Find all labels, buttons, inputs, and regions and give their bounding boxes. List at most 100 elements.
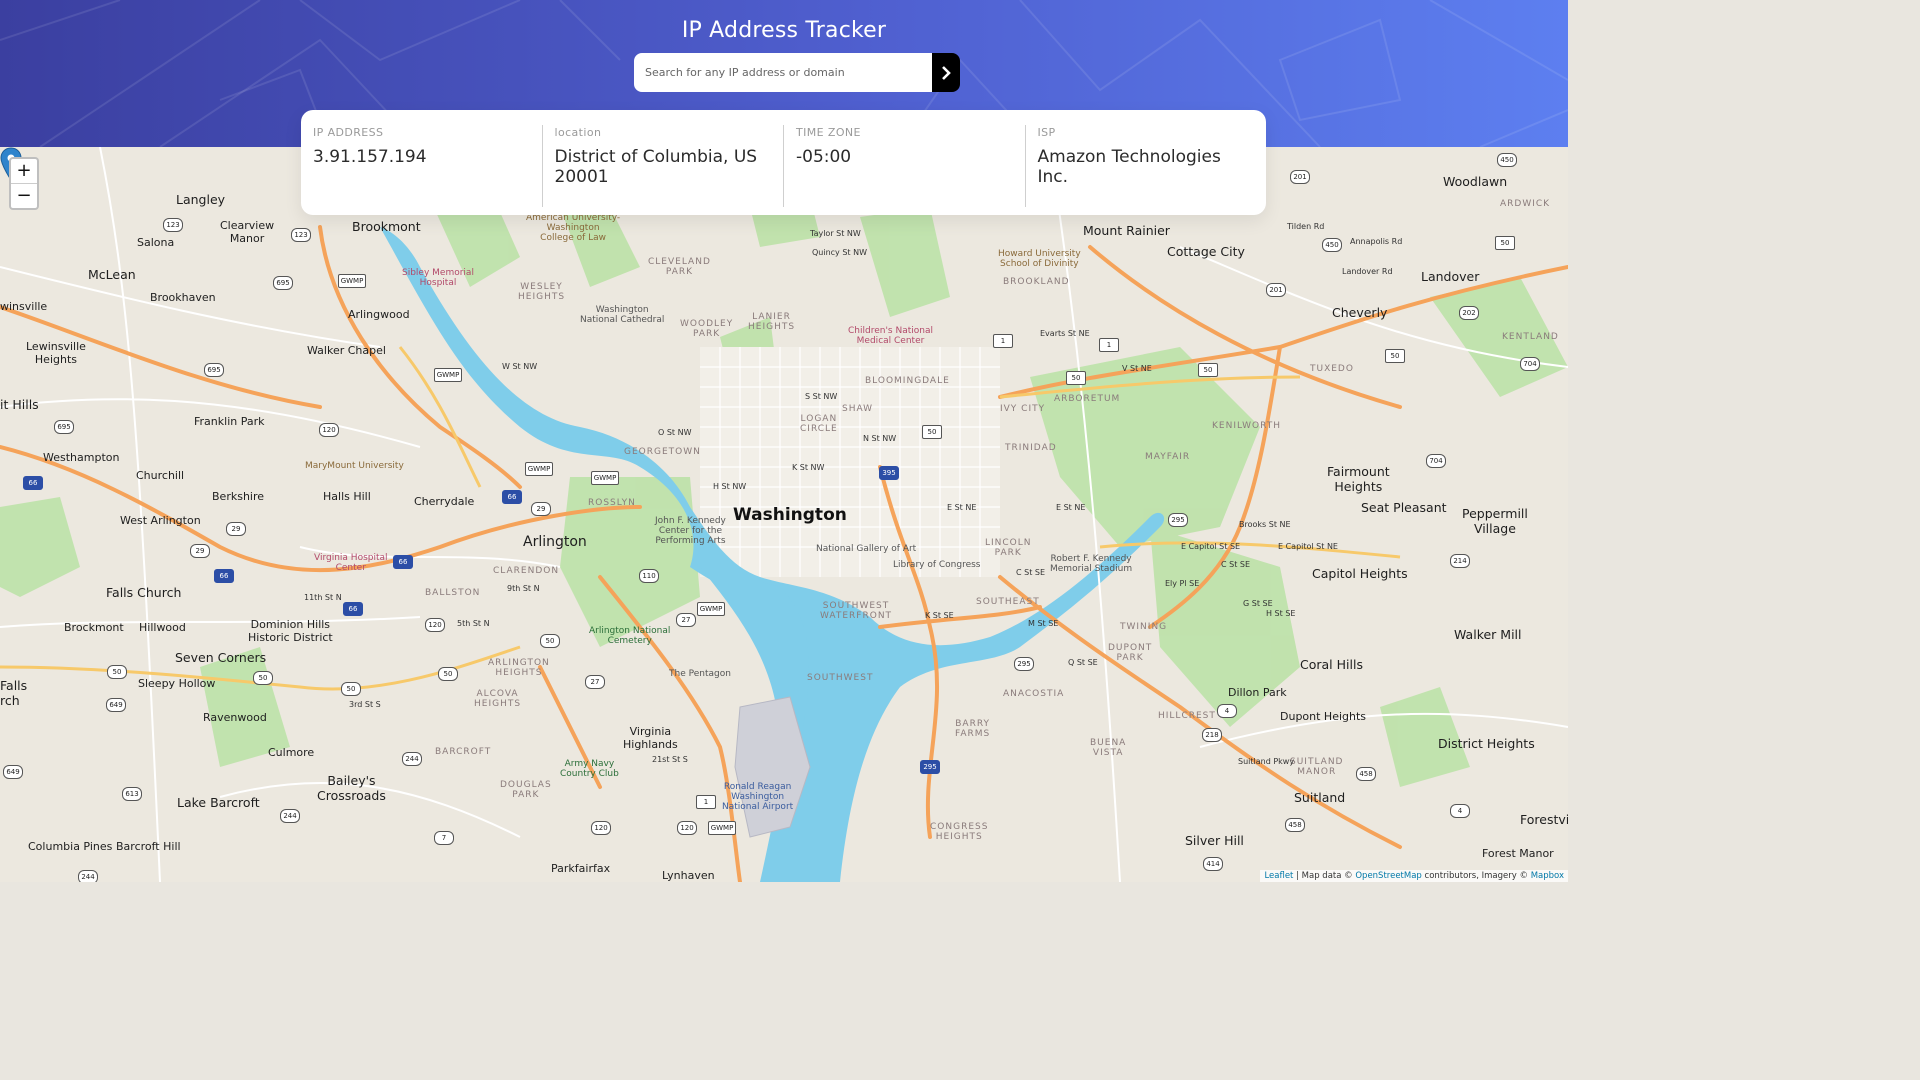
poi-marymount-university[interactable]: MaryMount University	[305, 461, 404, 471]
nb-southwest: SOUTHWEST	[807, 673, 874, 683]
street-h-st: H St NW	[713, 482, 747, 491]
search-input[interactable]	[634, 53, 932, 92]
street-m-st-se: M St SE	[1028, 619, 1059, 628]
isp-label: ISP	[1037, 126, 1056, 139]
street-c-st-se: C St SE	[1016, 568, 1046, 577]
nb-lincoln-park: LINCOLN PARK	[985, 538, 1032, 558]
route-shield: 414	[1203, 857, 1223, 871]
street-taylor: Taylor St NW	[810, 229, 861, 238]
nb-trinidad: TRINIDAD	[1005, 443, 1057, 453]
street-g-st-se: G St SE	[1243, 599, 1273, 608]
route-shield: 450	[1322, 238, 1342, 252]
street-quincy: Quincy St NW	[812, 248, 867, 257]
nb-kentland: KENTLAND	[1502, 332, 1559, 342]
route-shield: 27	[676, 613, 696, 627]
street-annapolis: Annapolis Rd	[1350, 237, 1403, 246]
map-label-brookhaven: Brookhaven	[150, 291, 216, 304]
poi-childrens-medical-center[interactable]: Children's National Medical Center	[848, 326, 933, 346]
route-shield: 50	[1198, 363, 1218, 377]
poi-arlington-cemetery[interactable]: Arlington National Cemetery	[589, 626, 670, 646]
ip-info-card: IP ADDRESS 3.91.157.194 location Distric…	[301, 110, 1266, 215]
nb-wesley-heights: WESLEY HEIGHTS	[518, 282, 566, 302]
route-shield: 214	[1450, 554, 1470, 568]
map-label-walker-chapel: Walker Chapel	[307, 344, 386, 357]
map-label-suitland: Suitland	[1294, 790, 1346, 805]
map-label-seven-corners: Seven Corners	[175, 650, 267, 665]
map-label-columbia-pines: Columbia Pines	[28, 840, 113, 853]
route-shield: GWMP	[525, 462, 553, 476]
street-k-st: K St NW	[792, 463, 825, 472]
street-tilden: Tilden Rd	[1287, 222, 1325, 231]
street-landover-rd: Landover Rd	[1342, 267, 1393, 276]
osm-link[interactable]: OpenStreetMap	[1355, 871, 1421, 881]
map-label-westhampton: Westhampton	[43, 451, 120, 464]
nb-ardwick: ARDWICK	[1500, 199, 1551, 209]
route-shield: 649	[3, 765, 23, 779]
map-label-lake-barcroft: Lake Barcroft	[177, 795, 260, 810]
route-shield: 50	[540, 634, 560, 648]
poi-sibley-hospital[interactable]: Sibley Memorial Hospital	[402, 268, 474, 288]
map-label-arlingwood: Arlingwood	[348, 308, 410, 321]
map-label-langley: Langley	[176, 192, 226, 207]
nb-shaw: SHAW	[842, 404, 874, 414]
route-shield: 202	[1459, 306, 1479, 320]
map-label-falls: Falls rch	[0, 678, 28, 708]
route-shield: 50	[1066, 371, 1086, 385]
street-suitland-pkwy: Suitland Pkwy	[1238, 757, 1295, 766]
map-label-arlington: Arlington	[523, 534, 587, 550]
isp-value: Amazon Technologies Inc.	[1037, 147, 1221, 187]
nb-brookland: BROOKLAND	[1003, 277, 1070, 287]
route-shield: 29	[190, 544, 210, 558]
map-label-dillon-park: Dillon Park	[1228, 686, 1287, 699]
leaflet-link[interactable]: Leaflet	[1264, 871, 1293, 881]
nb-clarendon: CLARENDON	[493, 566, 560, 576]
nb-twining: TWINING	[1120, 622, 1168, 632]
poi-national-gallery[interactable]: National Gallery of Art	[816, 544, 916, 554]
nb-dupont-park: DUPONT PARK	[1108, 643, 1153, 663]
nb-bloomingdale: BLOOMINGDALE	[865, 376, 950, 386]
map-label-walker-mill: Walker Mill	[1454, 627, 1522, 642]
map-label-barcroft-hill: Barcroft Hill	[116, 840, 181, 853]
map-view[interactable]: Washington Arlington Langley McLean Broo…	[0, 147, 1568, 882]
street-brooks: Brooks St NE	[1239, 520, 1291, 529]
zoom-in-button[interactable]: +	[11, 159, 37, 183]
route-shield: GWMP	[591, 471, 619, 485]
page-title: IP Address Tracker	[681, 18, 887, 43]
poi-kennedy-center[interactable]: John F. Kennedy Center for the Performin…	[655, 516, 726, 546]
poi-american-university[interactable]: American University- Washington College …	[526, 213, 620, 243]
poi-howard-university[interactable]: Howard University School of Divinity	[998, 249, 1081, 269]
poi-army-navy-country-club[interactable]: Army Navy Country Club	[560, 759, 619, 779]
ip-address-value: 3.91.157.194	[313, 147, 427, 167]
map-label-ravenwood: Ravenwood	[203, 711, 267, 724]
poi-pentagon[interactable]: The Pentagon	[669, 669, 731, 679]
zoom-out-button[interactable]: −	[11, 183, 37, 208]
poi-library-of-congress[interactable]: Library of Congress	[893, 560, 981, 570]
poi-virginia-hospital[interactable]: Virginia Hospital Center	[314, 553, 388, 573]
poi-reagan-airport[interactable]: Ronald Reagan Washington National Airpor…	[722, 782, 793, 812]
nb-logan-circle: LOGAN CIRCLE	[800, 414, 838, 434]
attribution-text-1: | Map data ©	[1293, 871, 1356, 881]
route-shield: 27	[585, 675, 605, 689]
nb-cleveland-park: CLEVELAND PARK	[648, 257, 711, 277]
chevron-right-icon	[942, 65, 951, 80]
route-shield: GWMP	[697, 602, 725, 616]
street-q-st-se: Q St SE	[1068, 658, 1098, 667]
route-shield: 201	[1290, 170, 1310, 184]
route-shield: 1	[696, 795, 716, 809]
nb-suitland-manor: SUITLAND MANOR	[1290, 757, 1344, 777]
timezone-section: TIME ZONE -05:00	[783, 125, 1025, 207]
poi-washington-cathedral[interactable]: Washington National Cathedral	[580, 305, 664, 325]
street-w-st: W St NW	[502, 362, 538, 371]
route-shield: 110	[639, 569, 659, 583]
map-label-franklin-park: Franklin Park	[194, 415, 265, 428]
street-k-st-se: K St SE	[925, 611, 954, 620]
route-shield: 50	[1385, 349, 1405, 363]
route-shield: 66	[393, 555, 413, 569]
map-attribution: Leaflet | Map data © OpenStreetMap contr…	[1260, 870, 1568, 882]
map-label-seat-pleasant: Seat Pleasant	[1361, 500, 1447, 515]
poi-rfk-stadium[interactable]: Robert F. Kennedy Memorial Stadium	[1050, 554, 1132, 574]
map-label-cheverly: Cheverly	[1332, 305, 1388, 320]
search-button[interactable]	[932, 53, 960, 92]
mapbox-link[interactable]: Mapbox	[1531, 871, 1564, 881]
map-label-forest-manor: Forest Manor	[1482, 847, 1554, 860]
